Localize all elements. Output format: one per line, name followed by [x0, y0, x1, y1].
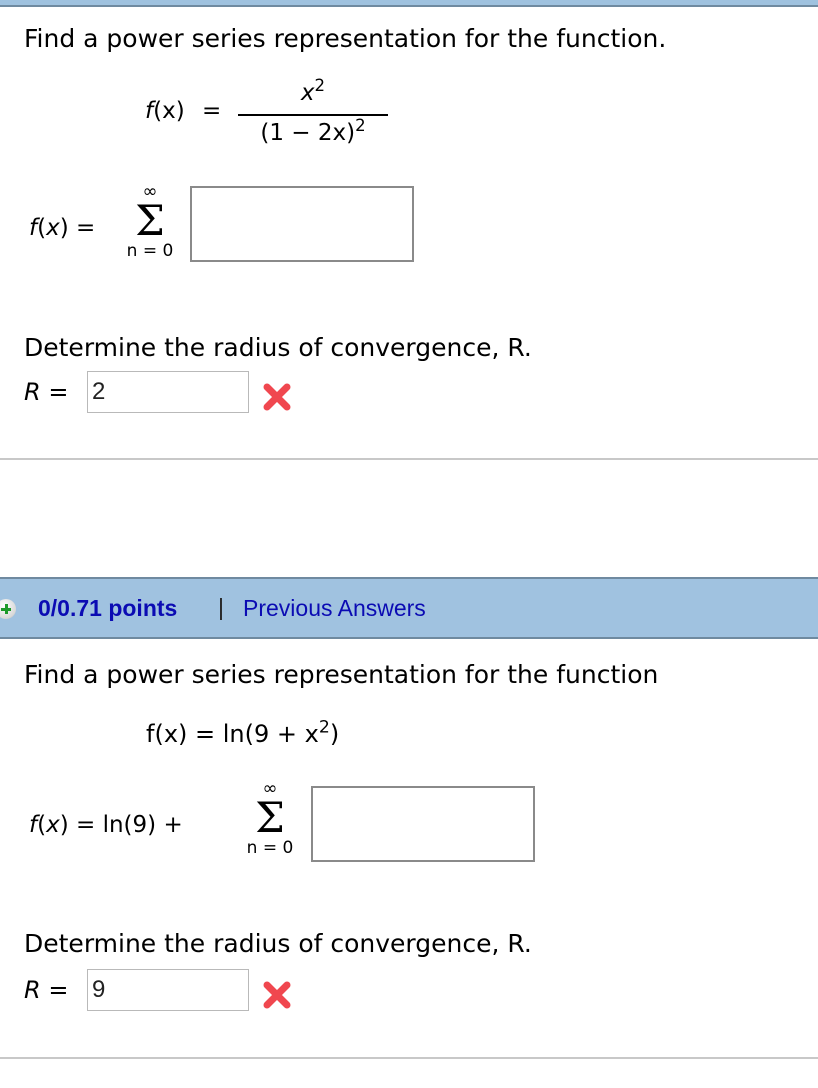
- function-body: f(x) = ln(9 + x: [146, 720, 319, 748]
- question-divider: [0, 458, 818, 460]
- question1-series-answer-input[interactable]: [190, 186, 414, 262]
- numerator-var: x: [300, 80, 315, 106]
- question1-radius-input[interactable]: 2: [87, 371, 249, 413]
- question1-series-lhs: f(x) =: [29, 215, 96, 241]
- function-exponent: 2: [318, 717, 330, 738]
- question2-sigma: ∞ Σ n = 0: [240, 780, 300, 859]
- question1-prompt: Find a power series representation for t…: [24, 24, 667, 53]
- header-separator: |: [218, 594, 224, 620]
- function-close-paren: ): [329, 720, 340, 748]
- function-arg: (x): [153, 98, 185, 124]
- question2-header-bar: 0/0.71 points | Previous Answers: [0, 577, 818, 639]
- question2-prompt: Find a power series representation for t…: [24, 660, 659, 689]
- question2-series-lhs: f(x) = ln(9) +: [29, 812, 183, 838]
- incorrect-x-icon: [263, 383, 291, 411]
- question2-radius-label: R =: [24, 976, 69, 1004]
- sigma-icon: Σ: [135, 196, 165, 245]
- question2-radius-input[interactable]: 9: [87, 969, 249, 1011]
- sigma-icon: Σ: [255, 793, 285, 842]
- sigma-lower-limit: n = 0: [126, 241, 174, 261]
- equals-sign: =: [201, 98, 222, 124]
- question-divider: [0, 1057, 818, 1059]
- fraction-numerator: x2: [238, 77, 388, 112]
- question1-fraction: x2 (1 − 2x)2: [238, 77, 388, 146]
- radius-prompt-text: Determine the radius of convergence, R.: [24, 929, 532, 958]
- function-name: f: [145, 98, 154, 124]
- expand-plus-icon[interactable]: [0, 599, 16, 619]
- sigma-lower-limit: n = 0: [246, 838, 294, 858]
- question1-function-lhs: f(x) =: [145, 98, 221, 124]
- question-header-bar: [0, 0, 818, 7]
- denominator-base: (1 − 2x): [260, 120, 356, 146]
- denominator-exponent: 2: [355, 115, 366, 135]
- question1-radius-prompt: Determine the radius of convergence, R.: [24, 333, 532, 362]
- question2-function: f(x) = ln(9 + x2): [146, 717, 340, 748]
- question1-sigma: ∞ Σ n = 0: [120, 183, 180, 262]
- incorrect-x-icon: [263, 981, 291, 1009]
- radius-prompt-text: Determine the radius of convergence, R.: [24, 333, 532, 362]
- question2-series-answer-input[interactable]: [311, 786, 535, 862]
- fraction-denominator: (1 − 2x)2: [238, 117, 388, 146]
- question2-radius-prompt: Determine the radius of convergence, R.: [24, 929, 532, 958]
- numerator-exponent: 2: [314, 75, 326, 95]
- previous-answers-link[interactable]: Previous Answers: [243, 595, 426, 622]
- points-label: 0/0.71 points: [38, 595, 178, 621]
- question1-radius-label: R =: [24, 378, 69, 406]
